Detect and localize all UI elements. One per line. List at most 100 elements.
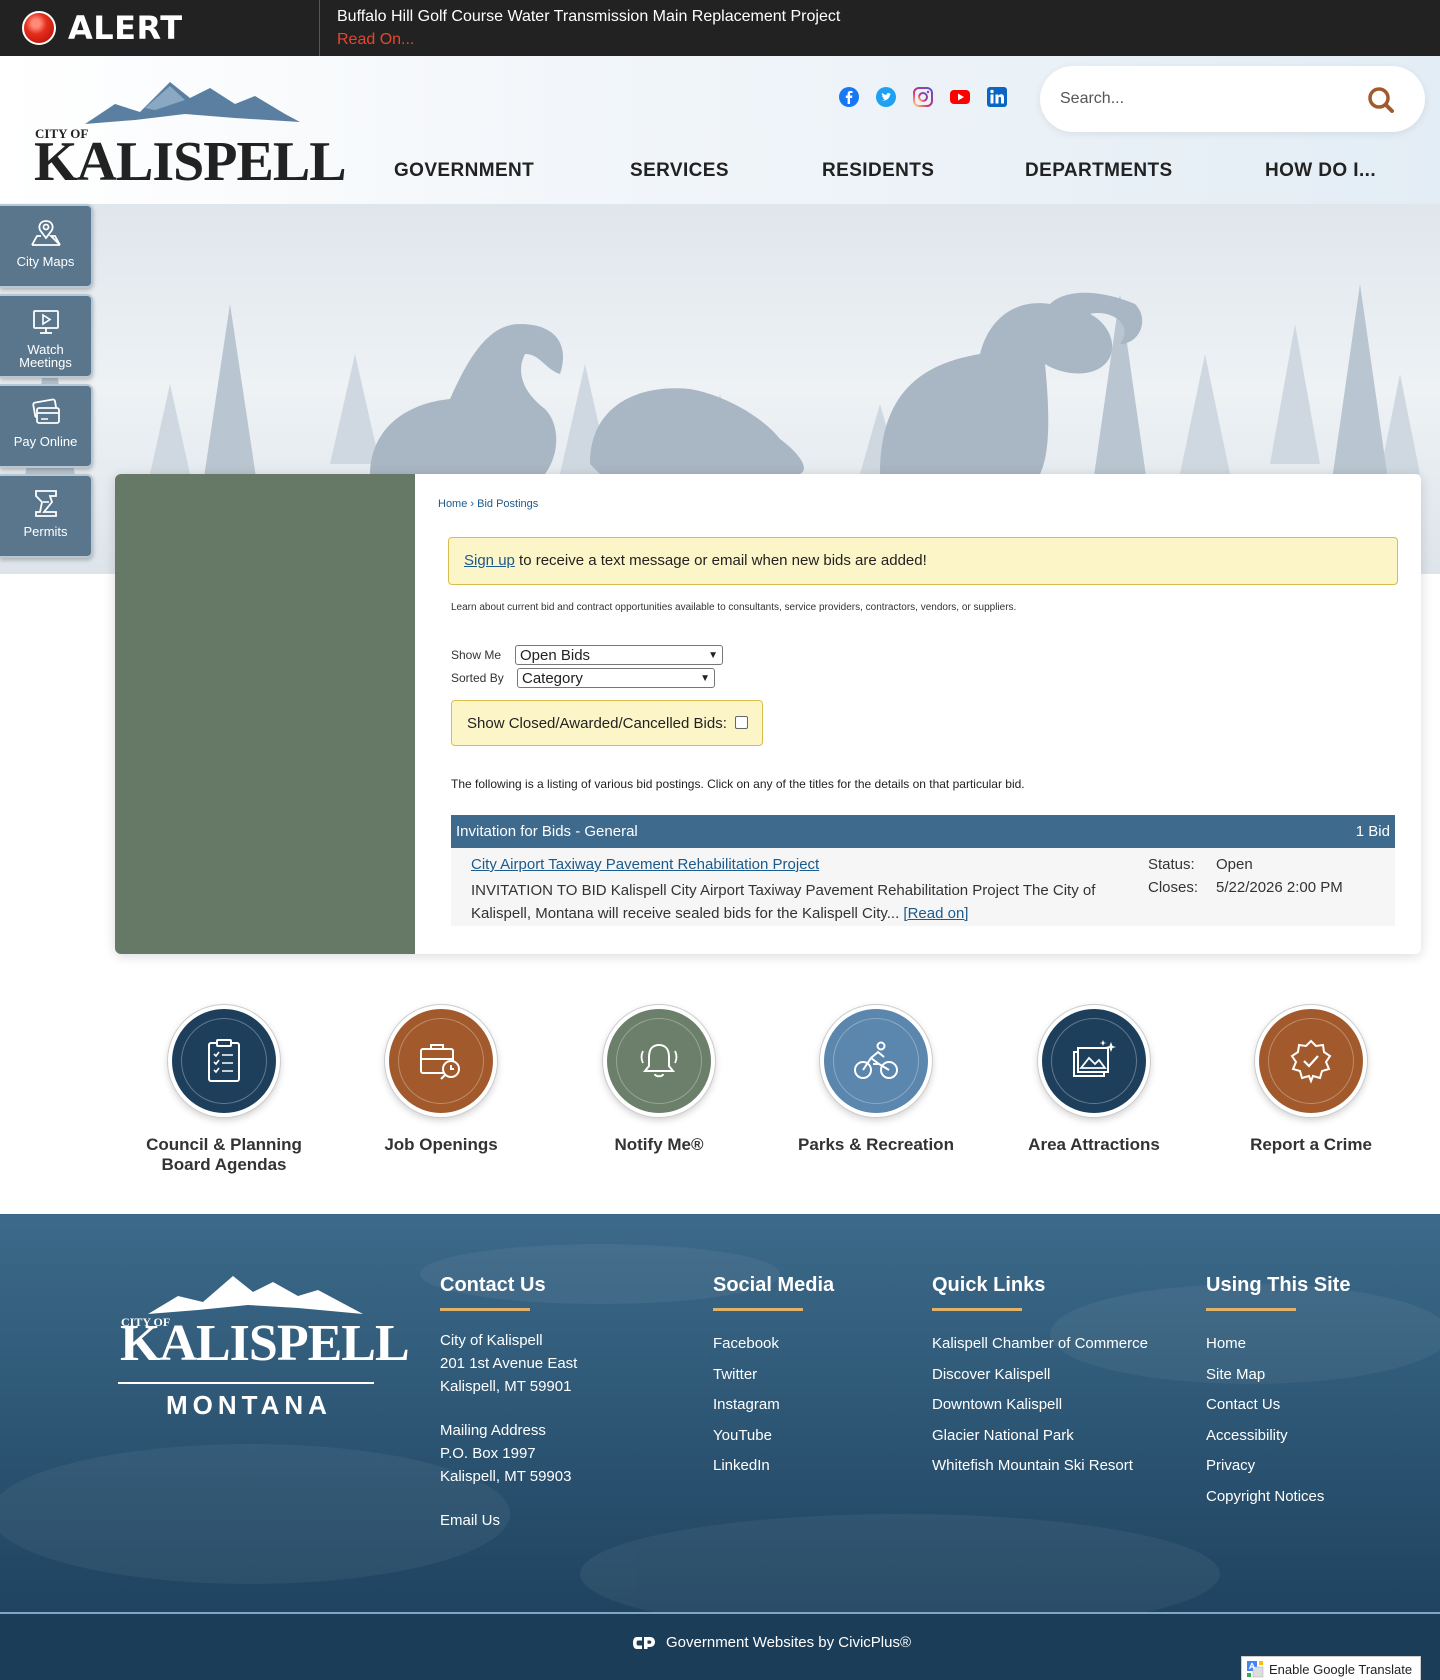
side-link-city-maps[interactable]: City Maps — [0, 204, 93, 288]
footer-link-twitter[interactable]: Twitter — [713, 1360, 834, 1391]
sorted-by-value: Category — [522, 669, 583, 687]
site-header: CITY OF KALISPELL GOVERNMENT SERVICES RE… — [0, 56, 1440, 204]
footer-link-contact[interactable]: Contact Us — [1206, 1390, 1350, 1421]
quick-link-label: Report a Crime — [1250, 1135, 1372, 1154]
alert-message: Buffalo Hill Golf Course Water Transmiss… — [320, 0, 840, 56]
bid-read-on-link[interactable]: [Read on] — [903, 905, 968, 922]
side-link-pay-online[interactable]: Pay Online — [0, 384, 93, 468]
sorted-by-select[interactable]: Category ▼ — [517, 668, 715, 688]
civicplus-text: Government Websites by CivicPlus® — [666, 1634, 912, 1651]
footer-social-column: Social Media Facebook Twitter Instagram … — [713, 1274, 834, 1482]
footer-address-line: 201 1st Avenue East — [440, 1355, 578, 1372]
show-closed-box: Show Closed/Awarded/Cancelled Bids: — [451, 700, 763, 746]
side-link-permits[interactable]: Permits — [0, 474, 93, 558]
show-closed-checkbox[interactable] — [735, 716, 748, 729]
closes-label: Closes: — [1148, 879, 1199, 896]
breadcrumb-home[interactable]: Home — [438, 498, 467, 510]
footer-mountain-icon — [148, 1276, 363, 1314]
nav-services[interactable]: SERVICES — [630, 160, 729, 182]
signup-notice: Sign up to receive a text message or ema… — [448, 537, 1398, 585]
breadcrumb-current[interactable]: Bid Postings — [477, 498, 538, 510]
instagram-icon[interactable] — [912, 86, 934, 108]
footer-heading-underline — [713, 1308, 803, 1311]
quick-link-circle — [1038, 1005, 1150, 1117]
side-link-watch-meetings[interactable]: Watch Meetings — [0, 294, 93, 378]
google-translate-button[interactable]: Enable Google Translate — [1241, 1656, 1421, 1680]
footer-email-link[interactable]: Email Us — [440, 1509, 577, 1532]
civicplus-link[interactable]: Government Websites by CivicPlus® — [632, 1634, 911, 1651]
quick-links-row: Council & Planning Board Agendas Job Ope… — [0, 1005, 1440, 1205]
bid-description: INVITATION TO BID Kalispell City Airport… — [471, 879, 1121, 925]
footer-link-discover[interactable]: Discover Kalispell — [932, 1360, 1148, 1391]
map-pin-icon — [30, 220, 61, 246]
search-input[interactable] — [1060, 84, 1360, 114]
listing-note: The following is a listing of various bi… — [451, 777, 1025, 791]
footer-address-line: City of Kalispell — [440, 1332, 543, 1349]
footer-heading-underline — [932, 1308, 1022, 1311]
category-title: Invitation for Bids - General — [456, 823, 638, 840]
side-link-label: Pay Online — [13, 434, 78, 449]
twitter-icon[interactable] — [875, 86, 897, 108]
category-count: 1 Bid — [1355, 823, 1390, 840]
nav-how-do-i[interactable]: HOW DO I... — [1265, 160, 1376, 182]
chevron-down-icon: ▼ — [700, 672, 710, 684]
quick-link-label: Notify Me® — [614, 1135, 704, 1154]
footer-link-glacier[interactable]: Glacier National Park — [932, 1421, 1148, 1452]
bottom-bar: Government Websites by CivicPlus® Enable… — [0, 1612, 1440, 1680]
footer-link-youtube[interactable]: YouTube — [713, 1421, 834, 1452]
intro-text: Learn about current bid and contract opp… — [451, 602, 1017, 613]
quick-link-label: Area Attractions — [1028, 1135, 1160, 1154]
alert-label-area: ALERT — [0, 0, 320, 56]
footer-link-linkedin[interactable]: LinkedIn — [713, 1451, 834, 1482]
footer-link-downtown[interactable]: Downtown Kalispell — [932, 1390, 1148, 1421]
quick-link-label: Council & Planning Board Agendas — [146, 1135, 302, 1174]
alert-bar: ALERT Buffalo Hill Golf Course Water Tra… — [0, 0, 1440, 56]
bid-description-text: INVITATION TO BID Kalispell City Airport… — [471, 882, 1096, 922]
nav-residents[interactable]: RESIDENTS — [822, 160, 934, 182]
search-icon[interactable] — [1365, 84, 1397, 116]
footer-link-facebook[interactable]: Facebook — [713, 1329, 834, 1360]
main-nav: GOVERNMENT SERVICES RESIDENTS DEPARTMENT… — [0, 160, 1440, 196]
quick-link-label: Parks & Recreation — [798, 1135, 954, 1154]
signup-link[interactable]: Sign up — [464, 552, 515, 569]
nav-government[interactable]: GOVERNMENT — [394, 160, 534, 182]
footer-logo[interactable]: CITY OF KALISPELL MONTANA — [118, 1272, 410, 1420]
alert-read-on-link[interactable]: Read On... — [337, 31, 840, 49]
footer-using-heading: Using This Site — [1206, 1274, 1351, 1296]
bid-title-link[interactable]: City Airport Taxiway Pavement Rehabilita… — [471, 856, 819, 873]
show-me-select[interactable]: Open Bids ▼ — [515, 645, 723, 665]
youtube-icon[interactable] — [949, 86, 971, 108]
footer-logo-divider — [118, 1382, 374, 1384]
breadcrumb-separator: › — [470, 498, 475, 510]
gallery-icon — [1073, 1040, 1116, 1077]
footer-link-copyright[interactable]: Copyright Notices — [1206, 1482, 1350, 1513]
quick-link-jobs[interactable]: Job Openings — [341, 1005, 541, 1155]
quick-link-report-crime[interactable]: Report a Crime — [1211, 1005, 1411, 1155]
footer-link-instagram[interactable]: Instagram — [713, 1390, 834, 1421]
footer-link-site-map[interactable]: Site Map — [1206, 1360, 1350, 1391]
linkedin-icon[interactable] — [986, 86, 1008, 108]
quick-link-parks[interactable]: Parks & Recreation — [776, 1005, 976, 1155]
footer-social-heading: Social Media — [713, 1274, 835, 1296]
footer-link-privacy[interactable]: Privacy — [1206, 1451, 1350, 1482]
permit-icon — [34, 490, 57, 517]
footer-address-line: Kalispell, MT 59901 — [440, 1378, 572, 1395]
footer-link-chamber[interactable]: Kalispell Chamber of Commerce — [932, 1329, 1148, 1360]
facebook-icon[interactable] — [838, 86, 860, 108]
show-me-label: Show Me — [451, 648, 502, 662]
status-label: Status: — [1148, 856, 1195, 873]
footer-link-whitefish[interactable]: Whitefish Mountain Ski Resort — [932, 1451, 1148, 1482]
footer-link-accessibility[interactable]: Accessibility — [1206, 1421, 1350, 1452]
quick-link-agendas[interactable]: Council & Planning Board Agendas — [124, 1005, 324, 1175]
footer-link-home[interactable]: Home — [1206, 1329, 1350, 1360]
alert-title-link[interactable]: Buffalo Hill Golf Course Water Transmiss… — [337, 8, 840, 26]
quick-link-attractions[interactable]: Area Attractions — [994, 1005, 1194, 1155]
secondary-nav-panel — [115, 474, 415, 954]
footer-quick-links-column: Quick Links Kalispell Chamber of Commerc… — [932, 1274, 1148, 1482]
footer-logo-state: MONTANA — [166, 1390, 332, 1420]
briefcase-icon — [420, 1044, 460, 1080]
nav-departments[interactable]: DEPARTMENTS — [1025, 160, 1173, 182]
search-box — [1040, 66, 1425, 132]
quick-link-notify-me[interactable]: Notify Me® — [559, 1005, 759, 1155]
show-closed-label: Show Closed/Awarded/Cancelled Bids: — [467, 715, 727, 732]
